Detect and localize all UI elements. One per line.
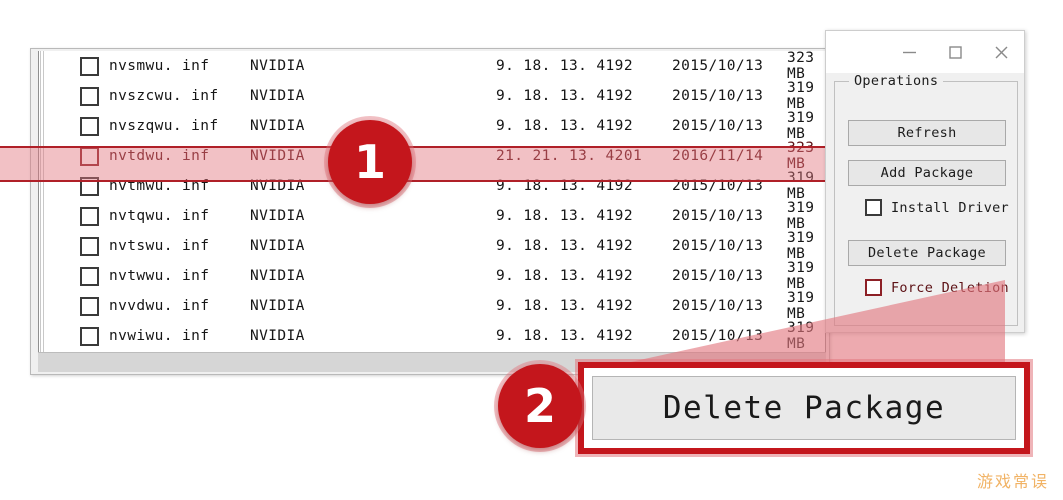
row-checkbox[interactable] [80, 326, 99, 346]
operations-window: Operations Refresh Add Package Install D… [825, 30, 1025, 333]
table-row[interactable]: nvtmwu. inf NVIDIA 9. 18. 13. 4192 2015/10/… [39, 170, 825, 202]
row-date: 2015/10/13 [672, 208, 764, 224]
row-file-name: nvtswu. inf [109, 238, 210, 254]
row-date: 2015/10/13 [672, 298, 764, 314]
row-date: 2015/10/13 [672, 118, 764, 134]
row-version: 9. 18. 13. 4192 [496, 268, 633, 284]
row-vendor: NVIDIA [250, 298, 305, 314]
row-vendor: NVIDIA [250, 208, 305, 224]
row-version: 9. 18. 13. 4192 [496, 88, 633, 104]
row-version: 9. 18. 13. 4192 [496, 328, 633, 344]
step-badge-2: 2 [498, 364, 582, 448]
delete-package-callout-label: Delete Package [592, 376, 1016, 440]
row-checkbox[interactable] [80, 146, 99, 166]
table-row[interactable]: nvtqwu. inf NVIDIA 9. 18. 13. 4192 2015/10/… [39, 200, 825, 232]
table-row[interactable]: nvtswu. inf NVIDIA 9. 18. 13. 4192 2015/10/… [39, 230, 825, 262]
row-file-name: nvtqwu. inf [109, 208, 210, 224]
operations-groupbox: Operations Refresh Add Package Install D… [834, 73, 1018, 326]
row-file-name: nvtwwu. inf [109, 268, 210, 284]
row-version: 9. 18. 13. 4192 [496, 118, 633, 134]
row-file-name: nvwiwu. inf [109, 328, 210, 344]
row-checkbox[interactable] [80, 56, 99, 76]
row-size: 319 MB [787, 230, 815, 262]
step-badge-1: 1 [328, 120, 412, 204]
row-file-name: nvtmwu. inf [109, 178, 210, 194]
install-driver-label: Install Driver [891, 199, 1009, 216]
row-size: 323 MB [787, 51, 815, 82]
row-file-name: nvszcwu. inf [109, 88, 219, 104]
table-row[interactable]: nvwiwu. inf NVIDIA 9. 18. 13. 4192 2015/10/… [39, 320, 825, 352]
window-titlebar [826, 31, 1024, 73]
row-size: 319 MB [787, 290, 815, 322]
row-date: 2015/10/13 [672, 238, 764, 254]
row-size: 319 MB [787, 320, 815, 352]
watermark: 游戏常误 [976, 472, 1049, 491]
row-file-name: nvvdwu. inf [109, 298, 210, 314]
row-vendor: NVIDIA [250, 178, 305, 194]
row-size: 319 MB [787, 80, 815, 112]
row-size: 323 MB [787, 140, 815, 172]
row-file-name: nvszqwu. inf [109, 118, 219, 134]
force-deletion-label: Force Deletion [891, 279, 1009, 296]
row-size: 319 MB [787, 260, 815, 292]
row-version: 9. 18. 13. 4192 [496, 58, 633, 74]
row-version: 21. 21. 13. 4201 [496, 148, 643, 164]
row-checkbox[interactable] [80, 296, 99, 316]
screenshot-root: nvsmwu. inf NVIDIA 9. 18. 13. 4192 2015/10/… [0, 0, 1063, 500]
add-package-button[interactable]: Add Package [848, 160, 1006, 186]
delete-package-button[interactable]: Delete Package [848, 240, 1006, 266]
table-row[interactable]: nvvdwu. inf NVIDIA 9. 18. 13. 4192 2015/10/… [39, 290, 825, 322]
row-date: 2015/10/13 [672, 178, 764, 194]
row-checkbox[interactable] [80, 176, 99, 196]
table-row[interactable]: nvtwwu. inf NVIDIA 9. 18. 13. 4192 2015/10/… [39, 260, 825, 292]
close-icon[interactable] [978, 31, 1024, 73]
row-date: 2015/10/13 [672, 328, 764, 344]
row-version: 9. 18. 13. 4192 [496, 238, 633, 254]
row-vendor: NVIDIA [250, 268, 305, 284]
minimize-icon[interactable] [886, 31, 932, 73]
driver-rows-container: nvsmwu. inf NVIDIA 9. 18. 13. 4192 2015/10/… [39, 51, 825, 352]
row-size: 319 MB [787, 200, 815, 232]
table-row[interactable]: nvtdwu. inf NVIDIA 21. 21. 13. 4201 2016/11… [39, 140, 825, 172]
install-driver-checkbox[interactable]: Install Driver [865, 199, 1009, 216]
checkbox-icon [865, 199, 882, 216]
refresh-button[interactable]: Refresh [848, 120, 1006, 146]
row-version: 9. 18. 13. 4192 [496, 208, 633, 224]
table-row[interactable]: nvszqwu. inf NVIDIA 9. 18. 13. 4192 2015/10… [39, 110, 825, 142]
row-date: 2015/10/13 [672, 58, 764, 74]
driver-list-area[interactable]: nvsmwu. inf NVIDIA 9. 18. 13. 4192 2015/10/… [38, 51, 826, 353]
row-vendor: NVIDIA [250, 238, 305, 254]
driver-list-window: nvsmwu. inf NVIDIA 9. 18. 13. 4192 2015/10/… [30, 48, 830, 375]
row-vendor: NVIDIA [250, 148, 305, 164]
row-size: 319 MB [787, 170, 815, 202]
row-vendor: NVIDIA [250, 118, 305, 134]
force-deletion-checkbox[interactable]: Force Deletion [865, 279, 1009, 296]
table-row[interactable]: nvszcwu. inf NVIDIA 9. 18. 13. 4192 2015/10… [39, 80, 825, 112]
row-version: 9. 18. 13. 4192 [496, 178, 633, 194]
row-file-name: nvsmwu. inf [109, 58, 210, 74]
maximize-icon[interactable] [932, 31, 978, 73]
row-checkbox[interactable] [80, 86, 99, 106]
row-file-name: nvtdwu. inf [109, 148, 210, 164]
row-checkbox[interactable] [80, 116, 99, 136]
row-checkbox[interactable] [80, 266, 99, 286]
checkbox-icon [865, 279, 882, 296]
row-date: 2015/10/13 [672, 268, 764, 284]
table-row[interactable]: nvsmwu. inf NVIDIA 9. 18. 13. 4192 2015/10/… [39, 51, 825, 82]
row-vendor: NVIDIA [250, 88, 305, 104]
row-checkbox[interactable] [80, 206, 99, 226]
delete-package-magnified-callout: Delete Package [578, 362, 1030, 454]
row-vendor: NVIDIA [250, 58, 305, 74]
row-size: 319 MB [787, 110, 815, 142]
row-date: 2015/10/13 [672, 88, 764, 104]
row-checkbox[interactable] [80, 236, 99, 256]
row-vendor: NVIDIA [250, 328, 305, 344]
row-date: 2016/11/14 [672, 148, 764, 164]
operations-group-label: Operations [849, 73, 944, 89]
row-version: 9. 18. 13. 4192 [496, 298, 633, 314]
